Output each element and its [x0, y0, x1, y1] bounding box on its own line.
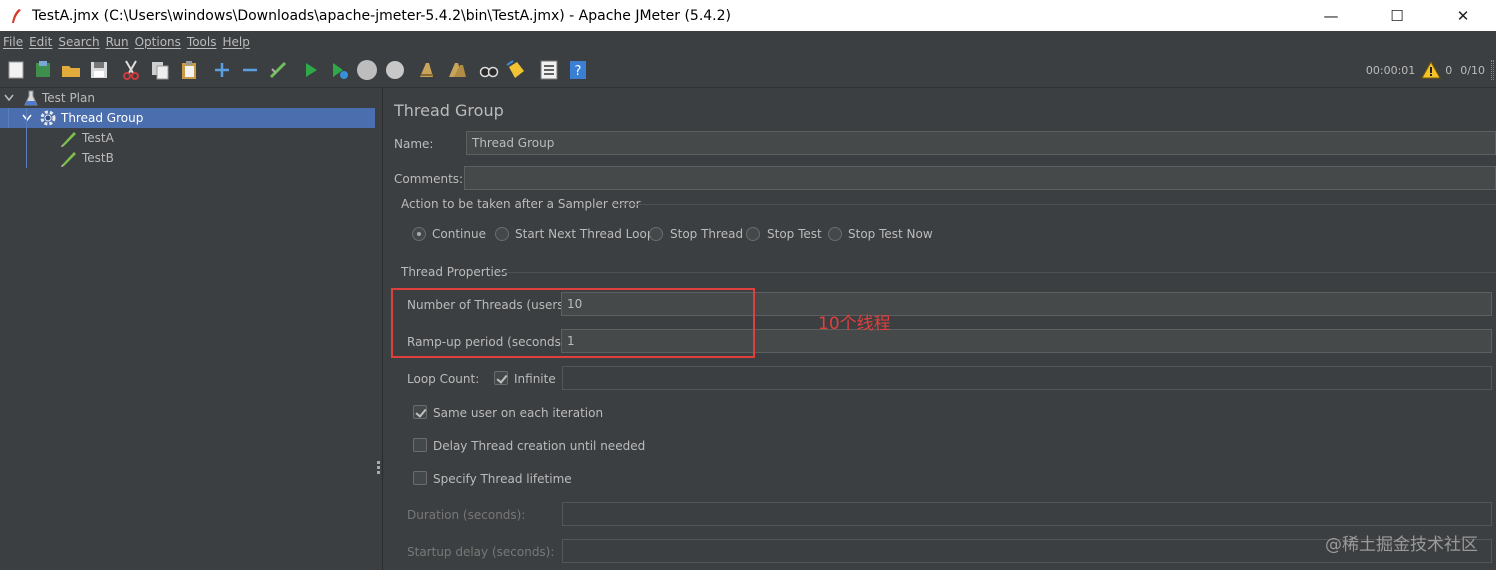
- chevron-down-icon[interactable]: [4, 94, 14, 102]
- expand-icon[interactable]: [211, 59, 233, 81]
- jmeter-feather-icon: [12, 8, 21, 23]
- menu-run[interactable]: Run: [106, 35, 129, 49]
- window-titlebar: TestA.jmx (C:\Users\windows\Downloads\ap…: [0, 0, 1496, 31]
- section-divider: [499, 272, 1496, 273]
- tree-item-label: Test Plan: [42, 91, 95, 105]
- warning-icon[interactable]: [1421, 61, 1442, 79]
- elapsed-timer: 00:00:01: [1365, 63, 1416, 77]
- menu-edit[interactable]: Edit: [29, 35, 52, 49]
- name-label: Name:: [394, 137, 434, 151]
- minimize-button[interactable]: —: [1298, 0, 1364, 31]
- cut-icon[interactable]: [120, 59, 142, 81]
- tree-item-thread-group[interactable]: Thread Group: [0, 108, 375, 128]
- paste-icon[interactable]: [178, 59, 200, 81]
- same-user-label: Same user on each iteration: [433, 406, 604, 420]
- menu-bar: File Edit Search Run Options Tools Help: [0, 31, 1496, 52]
- new-icon[interactable]: [5, 59, 27, 81]
- maximize-button[interactable]: ☐: [1364, 0, 1430, 31]
- collapse-icon[interactable]: [239, 59, 261, 81]
- watermark: @稀土掘金技术社区: [1325, 535, 1478, 555]
- same-user-checkbox[interactable]: [413, 405, 427, 419]
- name-field[interactable]: Thread Group: [466, 131, 1496, 155]
- close-button[interactable]: ✕: [1430, 0, 1496, 31]
- toolbar: ? 00:00:01 0 0/10: [0, 52, 1496, 88]
- toggle-icon[interactable]: [267, 59, 289, 81]
- toolbar-status: 00:00:01 0 0/10: [1366, 52, 1496, 88]
- clear-all-icon[interactable]: [446, 59, 468, 81]
- start-icon[interactable]: [300, 59, 322, 81]
- radio-start-next-loop-label: Start Next Thread Loop: [515, 227, 655, 241]
- gear-icon: [40, 110, 56, 126]
- stop-icon[interactable]: [356, 59, 378, 81]
- radio-stop-test-label: Stop Test: [767, 227, 822, 241]
- menu-help[interactable]: Help: [222, 35, 249, 49]
- tree-item-label: TestA: [82, 131, 114, 145]
- loop-count-label: Loop Count:: [407, 372, 480, 386]
- radio-continue-label: Continue: [432, 227, 486, 241]
- delay-thread-label: Delay Thread creation until needed: [433, 439, 646, 453]
- splitter-grip-icon[interactable]: [377, 461, 380, 475]
- tree-item-testa[interactable]: TestA: [0, 128, 375, 148]
- search-icon[interactable]: [478, 59, 500, 81]
- window-title: TestA.jmx (C:\Users\windows\Downloads\ap…: [32, 7, 732, 24]
- radio-stop-thread[interactable]: [649, 227, 663, 241]
- radio-start-next-loop[interactable]: [495, 227, 509, 241]
- open-icon[interactable]: [60, 59, 82, 81]
- menu-search[interactable]: Search: [58, 35, 99, 49]
- test-plan-tree: Test Plan Thread Group TestA TestB: [0, 88, 375, 570]
- radio-stop-test[interactable]: [746, 227, 760, 241]
- toolbar-overflow-handle[interactable]: [1491, 60, 1494, 80]
- radio-stop-test-now-label: Stop Test Now: [848, 227, 933, 241]
- warning-count: 0: [1445, 63, 1453, 77]
- radio-stop-thread-label: Stop Thread: [670, 227, 744, 241]
- comments-label: Comments:: [394, 172, 464, 186]
- radio-stop-test-now[interactable]: [828, 227, 842, 241]
- panel-title: Thread Group: [394, 101, 504, 120]
- infinite-checkbox[interactable]: [494, 371, 508, 385]
- chevron-down-icon[interactable]: [22, 114, 32, 122]
- section-divider: [613, 204, 1496, 205]
- function-helper-icon[interactable]: [538, 59, 560, 81]
- shutdown-icon[interactable]: [384, 59, 406, 81]
- comments-field[interactable]: [464, 166, 1496, 190]
- annotation-highlight-box: [391, 288, 755, 358]
- infinite-label: Infinite: [514, 372, 556, 386]
- thread-lifetime-checkbox[interactable]: [413, 471, 427, 485]
- templates-icon[interactable]: [32, 59, 54, 81]
- tree-item-test-plan[interactable]: Test Plan: [0, 88, 375, 108]
- svg-text:?: ?: [575, 64, 582, 79]
- menu-options[interactable]: Options: [135, 35, 181, 49]
- save-icon[interactable]: [88, 59, 110, 81]
- duration-label: Duration (seconds):: [407, 508, 526, 522]
- tree-item-testb[interactable]: TestB: [0, 148, 375, 168]
- split-pane-divider[interactable]: [375, 88, 383, 570]
- startup-delay-label: Startup delay (seconds):: [407, 545, 555, 559]
- delay-thread-checkbox[interactable]: [413, 438, 427, 452]
- tree-item-label: TestB: [82, 151, 114, 165]
- menu-tools[interactable]: Tools: [187, 35, 217, 49]
- duration-field: [562, 502, 1492, 526]
- tree-guide-line: [8, 108, 9, 128]
- radio-continue[interactable]: [412, 227, 426, 241]
- thread-properties-title: Thread Properties: [401, 265, 508, 279]
- copy-icon[interactable]: [149, 59, 171, 81]
- loop-count-field[interactable]: [562, 366, 1492, 390]
- sampler-pen-icon: [61, 152, 76, 167]
- sampler-error-title: Action to be taken after a Sampler error: [401, 197, 641, 211]
- clear-icon[interactable]: [416, 59, 438, 81]
- active-threads: 0/10: [1460, 63, 1485, 77]
- tree-item-label: Thread Group: [61, 111, 144, 125]
- flask-icon: [24, 90, 38, 106]
- annotation-text: 10个线程: [818, 314, 891, 334]
- sampler-pen-icon: [61, 132, 76, 147]
- menu-file[interactable]: File: [3, 35, 23, 49]
- reset-search-icon[interactable]: [505, 59, 527, 81]
- help-icon[interactable]: ?: [567, 59, 589, 81]
- thread-lifetime-label: Specify Thread lifetime: [433, 472, 572, 486]
- start-no-pause-icon[interactable]: [328, 59, 350, 81]
